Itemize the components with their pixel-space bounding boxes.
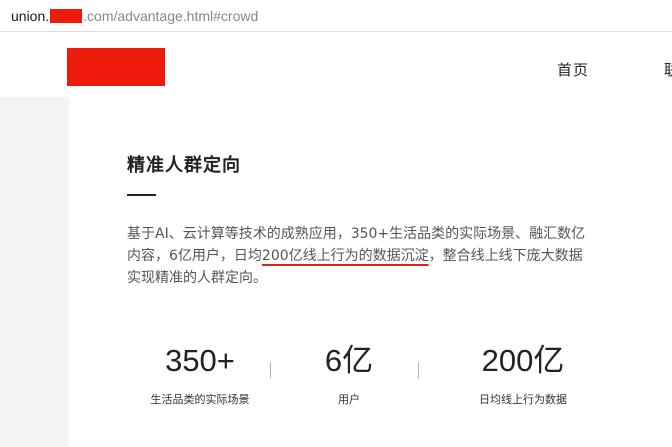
stat-value-users: 6亿 [324, 343, 374, 378]
browser-address-bar[interactable]: union. .com/advantage.html#crowd [0, 0, 672, 32]
section-title: 精准人群定向 [127, 155, 241, 176]
url-path: .com/advantage.html#crowd [83, 8, 259, 24]
site-header: 首页 联 [0, 32, 672, 97]
content-card: 精准人群定向 基于AI、云计算等技术的成熟应用，350+生活品类的实际场景、融汇… [69, 97, 672, 447]
section-description: 基于AI、云计算等技术的成熟应用，350+生活品类的实际场景、融汇数亿 内容，6… [127, 223, 586, 289]
stat-label-behaviors: 日均线上行为数据 [479, 393, 567, 406]
description-text-before: 内容，6亿用户，日均 [127, 248, 262, 264]
url-redaction-block [50, 9, 83, 23]
description-highlight: 200亿线上行为的数据沉淀 [261, 248, 429, 264]
stat-value-behaviors: 200亿 [481, 343, 565, 378]
stat-divider [270, 362, 271, 379]
logo-redaction-block[interactable] [67, 48, 165, 86]
description-line-1: 基于AI、云计算等技术的成熟应用，350+生活品类的实际场景、融汇数亿 [127, 226, 586, 242]
stat-label-users: 用户 [338, 393, 360, 406]
title-underline-rule [127, 194, 156, 196]
description-text-after: ，整合线上线下庞大数据 [428, 248, 583, 264]
url-text[interactable]: union. .com/advantage.html#crowd [11, 7, 258, 25]
stat-divider [418, 362, 419, 379]
url-host: union. [11, 8, 50, 24]
nav-item-next[interactable]: 联 [664, 59, 672, 80]
description-line-2: 内容，6亿用户，日均200亿线上行为的数据沉淀，整合线上线下庞大数据 [127, 245, 583, 267]
stat-value-categories: 350+ [165, 343, 235, 378]
nav-item-home[interactable]: 首页 [557, 59, 589, 80]
stat-label-categories: 生活品类的实际场景 [150, 393, 250, 406]
description-line-3: 实现精准的人群定向。 [127, 270, 267, 286]
